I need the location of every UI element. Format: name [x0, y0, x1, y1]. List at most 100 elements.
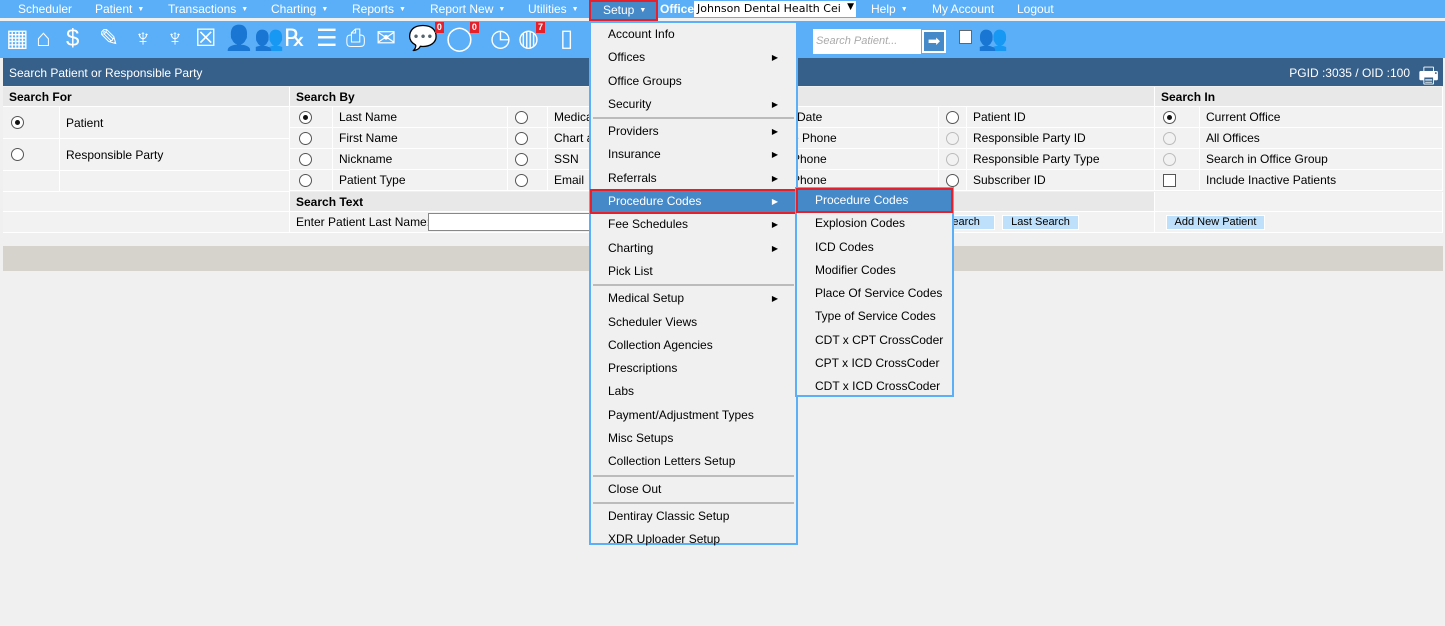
clock-icon[interactable]: ◷	[490, 26, 511, 52]
add-family-icon[interactable]: 👥	[254, 26, 284, 52]
menu-item-dentiray-classic-setup[interactable]: Dentiray Classic Setup	[591, 505, 796, 528]
menu-item-collection-letters-setup[interactable]: Collection Letters Setup	[591, 450, 796, 473]
menu-item-medical-setup[interactable]: Medical Setup ▶	[591, 287, 796, 310]
search-patient-input[interactable]: Search Patient...	[813, 29, 921, 54]
nav-reports[interactable]: Reports ▼	[352, 2, 406, 16]
menu-item-payment-adjustment-types[interactable]: Payment/Adjustment Types	[591, 404, 796, 427]
nav-transactions[interactable]: Transactions ▼	[168, 2, 248, 16]
nav-patient[interactable]: Patient ▼	[95, 2, 144, 16]
menu-item-label: Medical Setup	[608, 291, 685, 306]
radio-search-by[interactable]	[946, 174, 959, 187]
chevron-right-icon: ▶	[771, 127, 778, 137]
last-search-button[interactable]: Last Search	[1002, 215, 1079, 230]
radio-search-by[interactable]	[299, 132, 312, 145]
radio-cell	[508, 149, 548, 170]
menu-item-offices[interactable]: Offices ▶	[591, 46, 796, 69]
menu-item-office-groups[interactable]: Office Groups	[591, 70, 796, 93]
payment-icon[interactable]: $	[66, 26, 79, 52]
search-in-label: Current Office	[1200, 107, 1443, 128]
nav-charting[interactable]: Charting ▼	[271, 2, 328, 16]
radio-search-by	[946, 153, 959, 166]
menu-item-xdr-uploader-setup[interactable]: XDR Uploader Setup	[591, 528, 796, 551]
radio-search-in	[1163, 153, 1176, 166]
menu-item-label: Payment/Adjustment Types	[608, 407, 754, 422]
menu-item-scheduler-views[interactable]: Scheduler Views	[591, 311, 796, 334]
menu-item-label: Referrals	[608, 170, 657, 185]
menu-item-explosion-codes[interactable]: Explosion Codes	[797, 212, 952, 235]
tooth-card-icon[interactable]: ▯	[560, 26, 573, 52]
menu-item-place-of-service-codes[interactable]: Place Of Service Codes	[797, 282, 952, 305]
mail-icon[interactable]: ✉	[376, 26, 396, 52]
menu-item-modifier-codes[interactable]: Modifier Codes	[797, 259, 952, 282]
radio-search-by[interactable]	[515, 174, 528, 187]
menu-item-close-out[interactable]: Close Out	[591, 478, 796, 501]
home-icon[interactable]: ⌂	[36, 26, 51, 52]
menu-item-charting[interactable]: Charting ▶	[591, 237, 796, 260]
empty-cell	[1155, 192, 1443, 212]
menu-item-security[interactable]: Security ▶	[591, 93, 796, 116]
menu-item-providers[interactable]: Providers ▶	[591, 120, 796, 143]
chat-icon[interactable]: ◯ 0	[446, 22, 479, 52]
menu-item-icd-codes[interactable]: ICD Codes	[797, 236, 952, 259]
notes-icon[interactable]: ✎	[99, 26, 119, 52]
nav-utilities[interactable]: Utilities ▼	[528, 2, 579, 16]
print-icon[interactable]: ⎙	[346, 26, 365, 52]
add-patient-icon[interactable]: 👤	[224, 26, 254, 52]
search-for-label: Patient	[60, 107, 290, 139]
menu-item-procedure-codes[interactable]: Procedure Codes ▶	[590, 189, 797, 215]
menu-item-cdt-x-cpt-crosscoder[interactable]: CDT x CPT CrossCoder	[797, 329, 952, 352]
page-title: Search Patient or Responsible Party	[9, 66, 203, 80]
radio-search-by[interactable]	[299, 111, 312, 124]
radio-search-by[interactable]	[299, 174, 312, 187]
menu-item-pick-list[interactable]: Pick List	[591, 260, 796, 283]
nav-setup-label: Setup	[603, 3, 635, 17]
prescription-icon[interactable]: ℞	[284, 26, 306, 52]
menu-item-cdt-x-icd-crosscoder[interactable]: CDT x ICD CrossCoder	[797, 375, 952, 398]
toolbar-checkbox[interactable]	[959, 30, 972, 44]
notepad-icon[interactable]: ☰	[316, 26, 338, 52]
menu-item-referrals[interactable]: Referrals ▶	[591, 167, 796, 190]
menu-item-account-info[interactable]: Account Info	[591, 23, 796, 46]
radio-search-by[interactable]	[515, 153, 528, 166]
radio-search-by[interactable]	[946, 111, 959, 124]
menu-item-prescriptions[interactable]: Prescriptions	[591, 357, 796, 380]
tooth-roots-icon[interactable]: ♆	[166, 26, 184, 52]
office-value: Johnson Dental Health Cei	[697, 2, 841, 15]
nav-setup[interactable]: Setup ▼	[589, 0, 658, 21]
menu-item-cpt-x-icd-crosscoder[interactable]: CPT x ICD CrossCoder	[797, 352, 952, 375]
menu-item-fee-schedules[interactable]: Fee Schedules ▶	[591, 213, 796, 236]
menu-item-insurance[interactable]: Insurance ▶	[591, 143, 796, 166]
radio-responsible-party[interactable]	[11, 148, 24, 161]
tooth-icon[interactable]: ♆	[134, 26, 152, 52]
include-inactive-checkbox[interactable]	[1163, 174, 1176, 187]
radio-patient[interactable]	[11, 116, 24, 129]
messages-icon[interactable]: 💬 0	[408, 22, 444, 52]
menu-item-label: Collection Letters Setup	[608, 454, 736, 469]
search-by-label: Subscriber ID	[967, 170, 1155, 191]
search-go-button[interactable]: ➡	[921, 29, 947, 54]
radio-search-by[interactable]	[515, 132, 528, 145]
nav-scheduler[interactable]: Scheduler	[18, 2, 72, 16]
radio-search-in[interactable]	[1163, 111, 1176, 124]
radio-search-by[interactable]	[299, 153, 312, 166]
nav-help[interactable]: Help ▼	[871, 2, 908, 16]
caret-down-icon: ▼	[241, 6, 249, 14]
add-new-patient-button[interactable]: Add New Patient	[1166, 215, 1265, 230]
menu-item-label: ICD Codes	[815, 239, 874, 254]
radio-search-by[interactable]	[515, 111, 528, 124]
menu-item-type-of-service-codes[interactable]: Type of Service Codes	[797, 305, 952, 328]
nav-logout[interactable]: Logout	[1017, 2, 1054, 16]
global-users-icon[interactable]: ◍ 7	[518, 22, 545, 52]
group-check-icon[interactable]: 👥	[978, 26, 1008, 52]
menu-item-misc-setups[interactable]: Misc Setups	[591, 427, 796, 450]
nav-report-new[interactable]: Report New ▼	[430, 2, 505, 16]
last-name-input[interactable]	[428, 213, 598, 231]
nav-my-account[interactable]: My Account	[932, 2, 994, 16]
treatment-icon[interactable]: ☒	[195, 26, 217, 52]
menu-item-procedure-codes[interactable]: Procedure Codes	[796, 187, 953, 214]
menu-item-collection-agencies[interactable]: Collection Agencies	[591, 334, 796, 357]
calendar-icon[interactable]: ▦	[6, 26, 29, 52]
menu-item-labs[interactable]: Labs	[591, 380, 796, 403]
search-by-label: Responsible Party Type	[967, 149, 1155, 170]
office-select[interactable]: Johnson Dental Health Cei ▼	[694, 1, 856, 17]
